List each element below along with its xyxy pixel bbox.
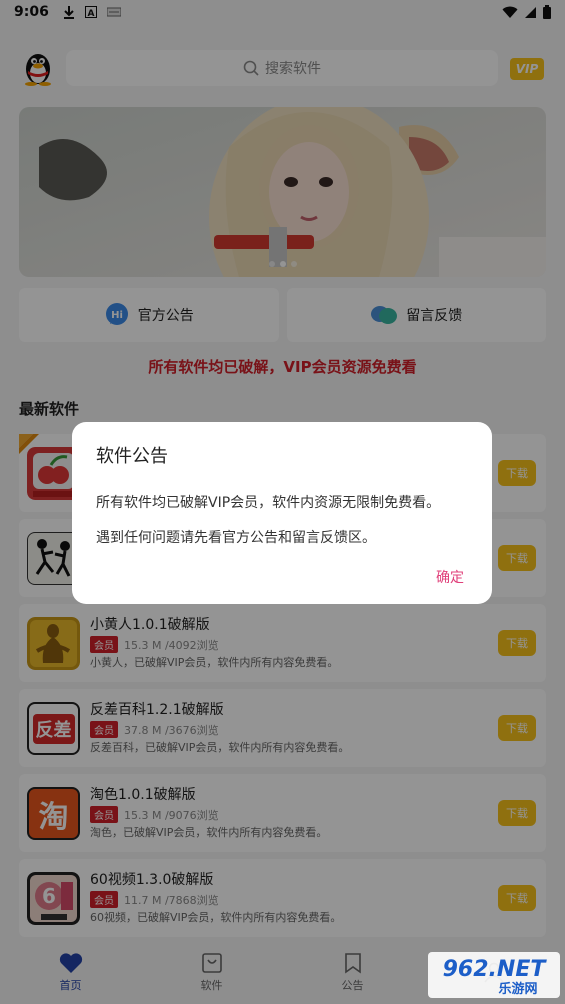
dialog-message-2: 遇到任何问题请先看官方公告和留言反馈区。 (96, 530, 376, 546)
dialog-title: 软件公告 (96, 446, 168, 467)
announcement-dialog: 软件公告 所有软件均已破解VIP会员，软件内资源无限制免费看。 遇到任何问题请先… (72, 422, 492, 604)
dialog-message-1: 所有软件均已破解VIP会员，软件内资源无限制免费看。 (96, 495, 441, 511)
dialog-ok-button[interactable]: 确定 (436, 567, 464, 587)
svg-text:乐游网: 乐游网 (498, 981, 537, 997)
svg-text:962.NET: 962.NET (443, 957, 548, 982)
site-watermark-logo: 962.NET 乐游网 (428, 952, 560, 998)
